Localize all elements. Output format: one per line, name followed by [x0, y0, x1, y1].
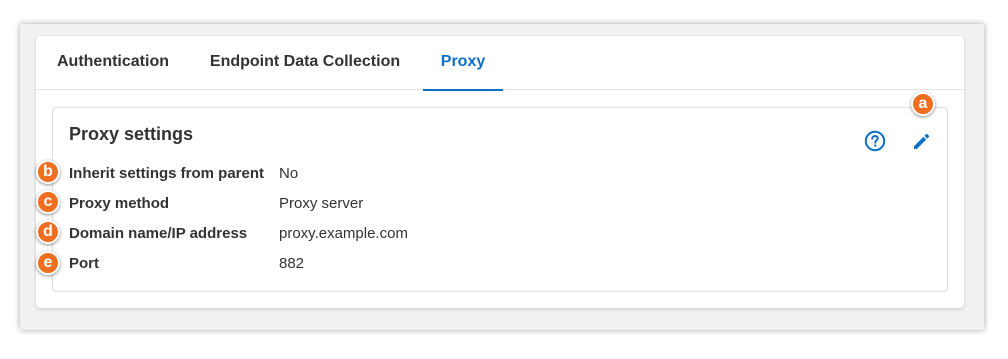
tab-bar: Authentication Endpoint Data Collection …	[36, 36, 964, 91]
domain-name-value: proxy.example.com	[279, 225, 408, 242]
tab-proxy[interactable]: Proxy	[423, 36, 503, 91]
inherit-settings-label: Inherit settings from parent	[69, 165, 265, 182]
settings-panel: Authentication Endpoint Data Collection …	[36, 36, 964, 308]
callout-c: c	[36, 190, 60, 214]
tab-endpoint-data-collection[interactable]: Endpoint Data Collection	[202, 36, 408, 90]
callout-e: e	[36, 251, 60, 275]
proxy-method-value: Proxy server	[279, 195, 364, 212]
inherit-settings-value: No	[279, 165, 299, 182]
help-icon[interactable]	[864, 130, 886, 152]
callout-b: b	[36, 160, 60, 184]
port-value: 882	[279, 255, 305, 272]
callout-a: a	[911, 92, 935, 116]
port-label: Port	[69, 255, 99, 272]
proxy-method-label: Proxy method	[69, 195, 170, 212]
callout-d: d	[36, 220, 60, 244]
tab-authentication[interactable]: Authentication	[52, 36, 174, 90]
card-title: Proxy settings	[69, 124, 194, 144]
proxy-settings-card: Proxy settings Inherit settings from par…	[52, 107, 948, 292]
domain-name-label: Domain name/IP address	[69, 225, 248, 242]
edit-pencil-icon[interactable]	[911, 130, 933, 152]
